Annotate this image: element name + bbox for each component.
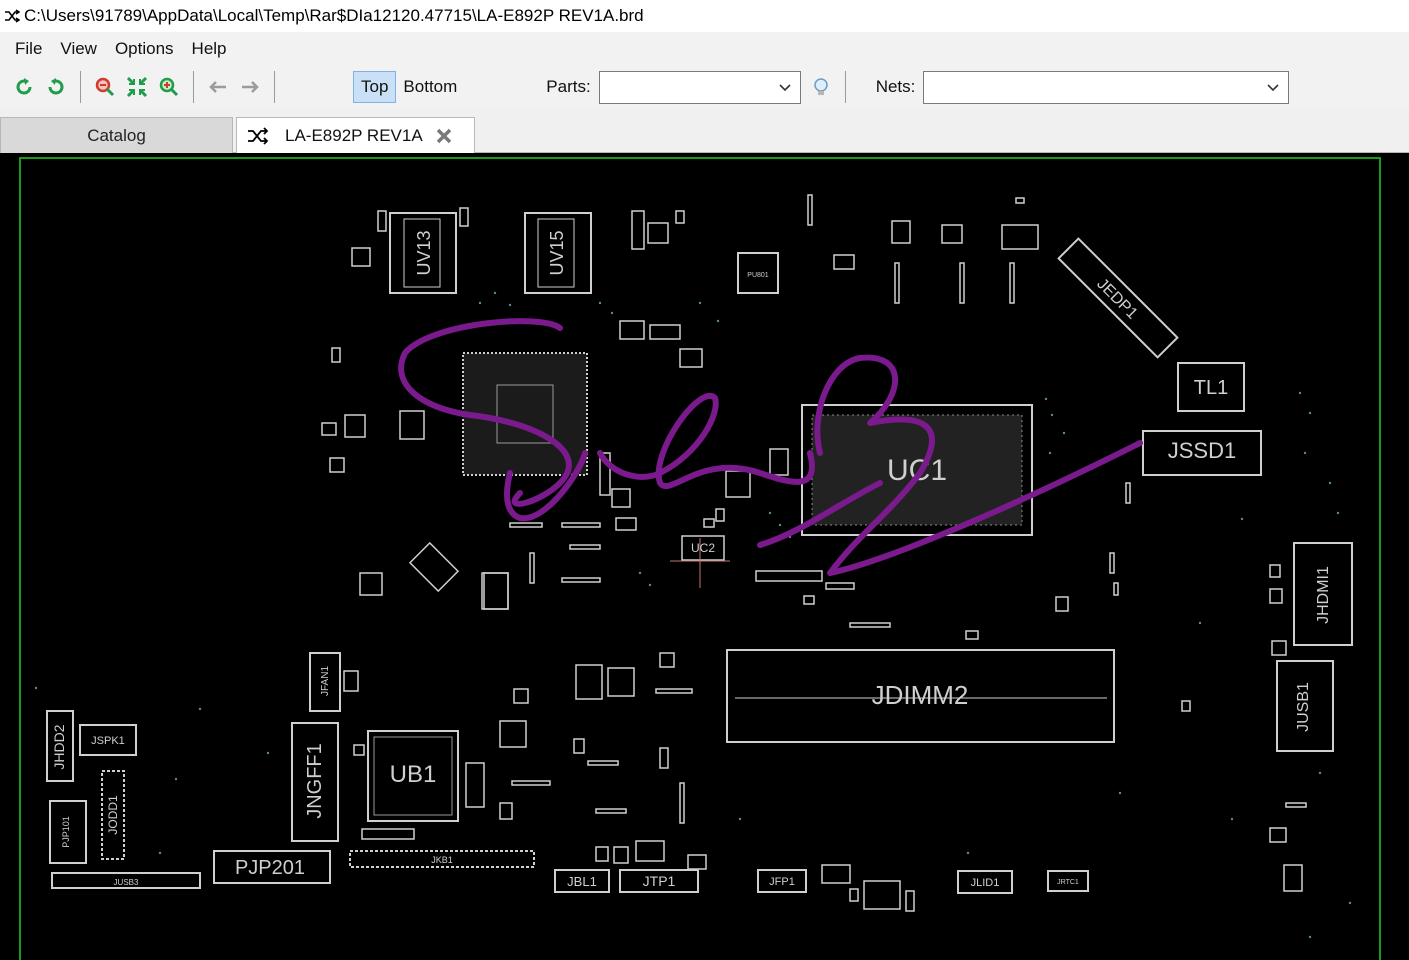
- component-jlid1[interactable]: JLID1: [957, 870, 1013, 894]
- component-uv15[interactable]: UV15: [524, 212, 592, 294]
- toolbar-separator: [80, 71, 81, 103]
- component-jusb1[interactable]: JUSB1: [1276, 660, 1334, 752]
- component-pu801[interactable]: PU801: [737, 252, 779, 294]
- find-part-button[interactable]: [805, 71, 837, 103]
- component-jtp1[interactable]: JTP1: [619, 869, 699, 893]
- rotate-right-icon: [48, 78, 64, 95]
- zoom-in-button[interactable]: [153, 71, 185, 103]
- component-jfp1[interactable]: JFP1: [757, 869, 807, 893]
- tl1-label: TL1: [1194, 377, 1228, 399]
- jhdd2-label: JHDD2: [51, 724, 67, 769]
- menu-help[interactable]: Help: [183, 39, 236, 59]
- title-bar: C:\Users\91789\AppData\Local\Temp\Rar$DI…: [0, 0, 1409, 32]
- tab-strip: Catalog LA-E892P REV1A: [0, 108, 1409, 153]
- shuffle-icon: [247, 126, 269, 145]
- uv15-label: UV15: [547, 230, 567, 275]
- component-ub1[interactable]: UB1: [367, 730, 459, 822]
- component-jhdd2[interactable]: JHDD2: [46, 710, 74, 782]
- menu-bar: File View Options Help: [0, 32, 1409, 66]
- nets-label: Nets:: [875, 77, 916, 96]
- component-jngff1[interactable]: JNGFF1: [291, 722, 339, 842]
- board-view: UV13 UV15 PU801 JEDP1 TL1 JSSD1 UC1 UC2 …: [19, 157, 1381, 960]
- pu801-label: PU801: [747, 272, 769, 279]
- bottom-layer-button[interactable]: Bottom: [396, 71, 464, 103]
- pjp201-label: PJP201: [235, 857, 305, 879]
- tab-board-file[interactable]: LA-E892P REV1A: [236, 117, 475, 153]
- component-jspk1[interactable]: JSPK1: [79, 724, 137, 756]
- fit-screen-icon: [126, 76, 148, 98]
- component-uc2[interactable]: UC2: [670, 535, 730, 588]
- tab-catalog[interactable]: Catalog: [0, 117, 233, 153]
- toolbar-separator: [193, 71, 194, 103]
- menu-options[interactable]: Options: [106, 39, 183, 59]
- board-canvas[interactable]: UV13 UV15 PU801 JEDP1 TL1 JSSD1 UC1 UC2 …: [0, 153, 1409, 960]
- shuffle-icon: [4, 8, 20, 24]
- parts-combobox[interactable]: [598, 70, 801, 104]
- zoom-in-icon: [159, 77, 179, 97]
- zoom-out-icon: [95, 77, 115, 97]
- menu-view[interactable]: View: [51, 39, 106, 59]
- uv13-label: UV13: [414, 230, 434, 275]
- jbl1-label: JBL1: [567, 874, 597, 889]
- component-jkb1[interactable]: JKB1: [349, 850, 535, 868]
- component-uv13[interactable]: UV13: [389, 212, 457, 294]
- jhdmi1-label: JHDMI1: [1315, 566, 1332, 624]
- jssd1-label: JSSD1: [1168, 438, 1236, 463]
- jdimm2-label: JDIMM2: [872, 680, 969, 710]
- close-tab-button[interactable]: [435, 127, 453, 145]
- window-title: C:\Users\91789\AppData\Local\Temp\Rar$DI…: [24, 6, 644, 25]
- jfan1-label: JFAN1: [320, 666, 331, 696]
- toolbar: Top Bottom Parts: Nets:: [0, 66, 1409, 108]
- jlid1-label: JLID1: [971, 877, 1000, 889]
- rotate-right-button[interactable]: [40, 71, 72, 103]
- uc2-label: UC2: [691, 541, 715, 555]
- tab-catalog-label: Catalog: [87, 125, 146, 145]
- jkb1-label: JKB1: [431, 855, 453, 865]
- component-jhdmi1[interactable]: JHDMI1: [1293, 542, 1353, 646]
- back-button[interactable]: [202, 71, 234, 103]
- rotate-left-button[interactable]: [8, 71, 40, 103]
- arrow-back-icon: [209, 81, 226, 93]
- component-jodd1[interactable]: JODD1: [101, 770, 125, 860]
- jusb3-label: JUSB3: [114, 878, 139, 887]
- lightbulb-icon: [813, 78, 828, 95]
- forward-button[interactable]: [234, 71, 266, 103]
- top-layer-button[interactable]: Top: [353, 71, 397, 103]
- jusb1-label: JUSB1: [1295, 682, 1312, 732]
- jngff1-label: JNGFF1: [304, 743, 326, 819]
- ub1-label: UB1: [390, 761, 437, 788]
- component-jedp1[interactable]: JEDP1: [1057, 237, 1179, 359]
- fit-screen-button[interactable]: [121, 71, 153, 103]
- component-jfan1[interactable]: JFAN1: [309, 652, 341, 712]
- nets-combobox[interactable]: [923, 70, 1290, 104]
- component-jrtc1[interactable]: JRTC1: [1047, 870, 1089, 892]
- uc1-label: UC1: [887, 454, 947, 487]
- jodd1-label: JODD1: [106, 795, 120, 835]
- component-tl1[interactable]: TL1: [1177, 362, 1245, 412]
- component-jssd1[interactable]: JSSD1: [1142, 430, 1262, 476]
- tab-board-label: LA-E892P REV1A: [285, 125, 423, 145]
- close-icon: [436, 128, 451, 143]
- zoom-out-button[interactable]: [89, 71, 121, 103]
- component-jusb3[interactable]: JUSB3: [51, 872, 201, 889]
- toolbar-separator: [844, 71, 846, 103]
- pjp101-label: PJP101: [61, 816, 71, 848]
- jfp1-label: JFP1: [769, 876, 795, 888]
- rotate-left-icon: [16, 78, 32, 95]
- arrow-forward-icon: [242, 81, 259, 93]
- menu-file[interactable]: File: [6, 39, 51, 59]
- chevron-down-icon: [1267, 83, 1279, 91]
- component-pjp101[interactable]: PJP101: [49, 800, 87, 864]
- parts-label: Parts:: [546, 77, 591, 96]
- chevron-down-icon: [779, 83, 791, 91]
- toolbar-separator: [274, 71, 275, 103]
- small-parts: [321, 194, 1307, 912]
- component-pjp201[interactable]: PJP201: [213, 850, 331, 884]
- component-jdimm2[interactable]: JDIMM2: [726, 649, 1115, 743]
- jspk1-label: JSPK1: [91, 735, 125, 747]
- component-jbl1[interactable]: JBL1: [554, 869, 610, 893]
- jrtc1-label: JRTC1: [1057, 879, 1079, 886]
- vias: [34, 291, 1352, 939]
- jtp1-label: JTP1: [643, 873, 676, 889]
